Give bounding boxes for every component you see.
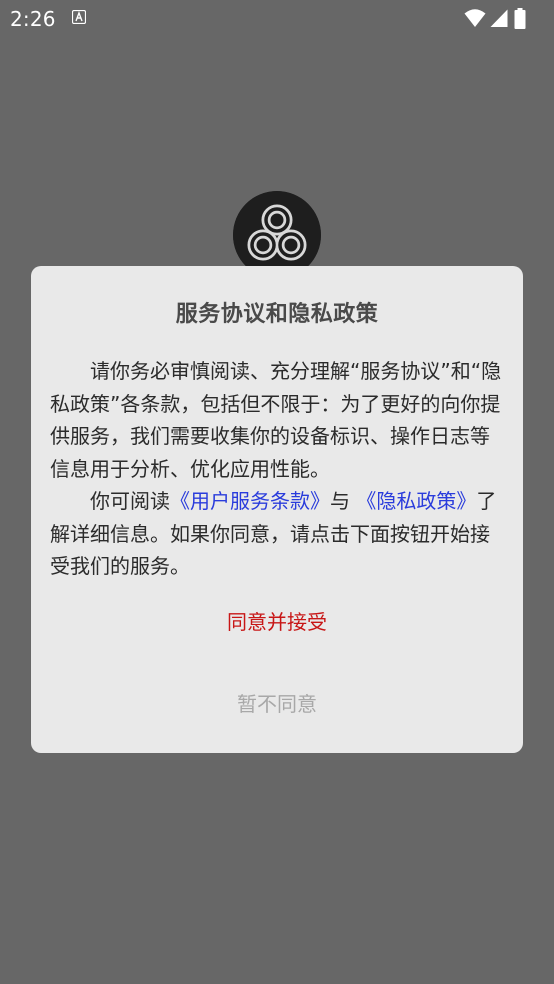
dialog-paragraph-2: 你可阅读《用户服务条款》与 《隐私政策》了解详细信息。如果你同意，请点击下面按钮… xyxy=(50,485,508,583)
paragraph-2-prefix: 你可阅读 xyxy=(90,489,170,513)
dialog-title: 服务协议和隐私政策 xyxy=(175,302,379,327)
battery-icon xyxy=(514,8,526,29)
user-terms-link[interactable]: 《用户服务条款》 xyxy=(170,489,330,513)
decline-button[interactable]: 暂不同意 xyxy=(0,688,554,717)
status-time: 2:26 xyxy=(10,7,56,31)
accept-button[interactable]: 同意并接受 xyxy=(0,606,554,635)
paragraph-2-and: 与 xyxy=(330,489,350,513)
dialog-body: 请你务必审慎阅读、充分理解“服务协议”和“隐私政策”各条款，包括但不限于：为了更… xyxy=(50,355,508,583)
text-icon xyxy=(72,10,86,24)
status-bar: 2:26 xyxy=(0,0,554,38)
privacy-policy-link[interactable]: 《隐私政策》 xyxy=(356,489,476,513)
wifi-icon xyxy=(464,9,486,27)
cell-signal-icon xyxy=(490,9,508,27)
dialog-paragraph-1: 请你务必审慎阅读、充分理解“服务协议”和“隐私政策”各条款，包括但不限于：为了更… xyxy=(50,359,502,481)
